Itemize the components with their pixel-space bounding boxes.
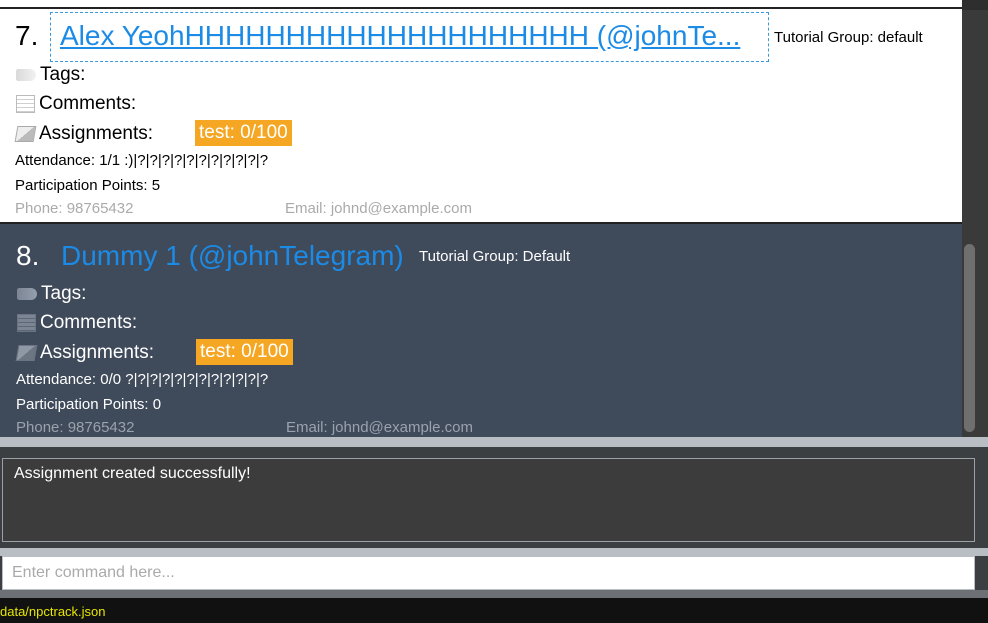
status-separator — [0, 590, 988, 598]
attendance-text: Attendance: 1/1 :)|?|?|?|?|?|?|?|?|?|?|? — [15, 152, 269, 169]
attendance-text: Attendance: 0/0 ?|?|?|?|?|?|?|?|?|?|?|? — [16, 371, 269, 388]
comments-row: Comments: — [17, 312, 137, 334]
status-bar: data/npctrack.json — [0, 598, 988, 623]
person-index: 8. — [16, 240, 40, 271]
tag-icon — [17, 288, 37, 300]
comments-label: Comments: — [40, 312, 138, 333]
pencil-note-icon — [14, 126, 37, 142]
person-card-7[interactable]: 7. Alex YeohHHHHHHHHHHHHHHHHHHHH (@johnT… — [0, 0, 962, 222]
participation-text: Participation Points: 5 — [15, 177, 161, 194]
email-text: Email: johnd@example.com — [286, 419, 473, 436]
tags-row: Tags: — [16, 64, 85, 86]
person-name-link[interactable]: Dummy 1 (@johnTelegram) — [61, 240, 404, 272]
tags-label: Tags: — [41, 283, 87, 304]
pencil-note-icon — [15, 345, 38, 361]
assignments-label: Assignments: — [39, 123, 154, 144]
command-input[interactable] — [3, 557, 974, 589]
notepad-icon — [17, 314, 36, 332]
tags-row: Tags: — [17, 283, 86, 305]
save-location: data/npctrack.json — [0, 604, 106, 619]
assignments-label: Assignments: — [40, 342, 155, 363]
assignment-badge: test: 0/100 — [195, 120, 292, 146]
phone-text: Phone: 98765432 — [16, 419, 135, 436]
result-display: Assignment created successfully! — [2, 458, 975, 542]
comments-row: Comments: — [16, 93, 136, 115]
tags-label: Tags: — [40, 64, 86, 85]
card-top-border — [0, 0, 962, 9]
assignments-row: Assignments: — [15, 342, 155, 364]
person-list[interactable]: 7. Alex YeohHHHHHHHHHHHHHHHHHHHH (@johnT… — [0, 0, 962, 437]
notepad-icon — [16, 95, 35, 113]
assignment-badge: test: 0/100 — [196, 339, 293, 365]
command-box[interactable] — [2, 556, 975, 590]
panel-separator — [0, 548, 988, 556]
tutorial-group: Tutorial Group: Default — [419, 248, 571, 265]
participation-text: Participation Points: 0 — [16, 396, 162, 413]
email-text: Email: johnd@example.com — [285, 200, 472, 217]
scrollbar-track-top — [962, 0, 988, 10]
assignments-row: Assignments: — [14, 123, 154, 145]
tag-icon — [16, 69, 36, 81]
person-index: 7. — [15, 20, 39, 51]
phone-text: Phone: 98765432 — [15, 200, 134, 217]
person-card-8[interactable]: 8. Dummy 1 (@johnTelegram) Tutorial Grou… — [0, 224, 962, 437]
result-message: Assignment created successfully! — [14, 465, 251, 482]
tutorial-group: Tutorial Group: default — [774, 29, 923, 46]
scrollbar-thumb[interactable] — [964, 244, 975, 432]
comments-label: Comments: — [39, 93, 137, 114]
person-name-link[interactable]: Alex YeohHHHHHHHHHHHHHHHHHHHH (@johnTe..… — [60, 20, 740, 52]
